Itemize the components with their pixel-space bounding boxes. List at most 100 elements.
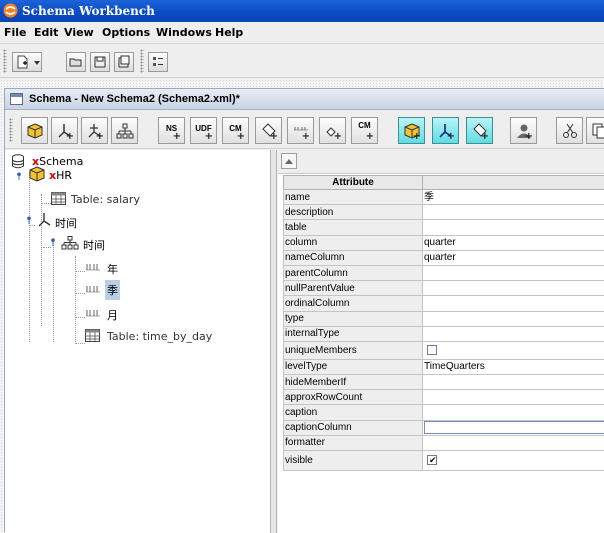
property-row[interactable]: uniqueMembers	[284, 341, 604, 359]
property-value[interactable]: TimeQuarters	[423, 359, 604, 374]
property-value[interactable]	[423, 281, 604, 296]
property-checkbox[interactable]	[427, 455, 437, 465]
property-value[interactable]: quarter	[423, 235, 604, 250]
add-dimension-button[interactable]: +	[51, 117, 78, 144]
property-row[interactable]: type	[284, 311, 604, 326]
property-row[interactable]: visible	[284, 451, 604, 471]
title-bar: Schema Workbench	[0, 0, 604, 22]
property-value[interactable]	[423, 435, 604, 450]
property-value[interactable]: 季	[423, 190, 604, 205]
add-calculated-member-button[interactable]: CM+	[222, 117, 249, 144]
property-row[interactable]: captionColumn	[284, 420, 604, 435]
menu-edit[interactable]: Edit	[34, 26, 58, 39]
property-name: approxRowCount	[284, 390, 423, 405]
property-value[interactable]	[423, 311, 604, 326]
cut-button[interactable]	[556, 117, 583, 144]
add-level-button[interactable]: +	[287, 117, 314, 144]
add-virtual-cube-button[interactable]: +	[398, 117, 425, 144]
tree-node-level-selected[interactable]: 季	[85, 280, 145, 298]
add-named-set-button[interactable]: NS+	[158, 117, 185, 144]
scroll-up-button[interactable]	[281, 153, 297, 169]
collapse-handle-icon[interactable]	[25, 216, 33, 224]
plus-icon: +	[525, 132, 533, 142]
property-row[interactable]: table	[284, 220, 604, 235]
property-name: nameColumn	[284, 250, 423, 265]
property-value[interactable]	[423, 451, 604, 471]
property-row[interactable]: formatter	[284, 435, 604, 450]
property-checkbox[interactable]	[427, 345, 437, 355]
property-row[interactable]: columnquarter	[284, 235, 604, 250]
open-button[interactable]	[66, 52, 86, 72]
property-value[interactable]	[423, 341, 604, 359]
column-header-attribute[interactable]: Attribute	[284, 176, 423, 190]
property-value[interactable]	[423, 326, 604, 341]
menu-file[interactable]: File	[4, 26, 27, 39]
copy-button[interactable]	[586, 117, 604, 144]
property-value[interactable]	[423, 265, 604, 280]
tree-node-dimension[interactable]: 时间	[37, 212, 157, 230]
plus-icon: +	[237, 132, 245, 142]
dropdown-arrow-icon	[34, 61, 40, 65]
property-row[interactable]: hideMemberIf	[284, 375, 604, 390]
add-udf-button[interactable]: UDF+	[190, 117, 217, 144]
tree-node-cube[interactable]: xHR	[29, 165, 149, 183]
property-value[interactable]	[423, 375, 604, 390]
document-title-bar[interactable]: Schema - New Schema2 (Schema2.xml)*	[5, 89, 604, 110]
tree-connector	[41, 203, 51, 204]
save-button[interactable]	[90, 52, 110, 72]
plus-icon: +	[413, 132, 421, 142]
menu-help[interactable]: Help	[215, 26, 243, 39]
property-row[interactable]: ordinalColumn	[284, 296, 604, 311]
tree-node-table-time[interactable]: Table: time_by_day	[85, 327, 245, 345]
tree-node-hierarchy[interactable]: 时间	[61, 234, 181, 252]
property-value[interactable]: quarter	[423, 250, 604, 265]
property-row[interactable]: approxRowCount	[284, 390, 604, 405]
plus-icon: +	[366, 132, 374, 142]
add-virtual-measure-button[interactable]: +	[466, 117, 493, 144]
property-row[interactable]: nameColumnquarter	[284, 250, 604, 265]
tree-node-table-salary[interactable]: Table: salary	[51, 190, 171, 208]
add-cube-button[interactable]	[21, 117, 48, 144]
tree-node-level[interactable]: 月	[85, 304, 145, 322]
add-property-button[interactable]: +	[319, 117, 346, 144]
property-value[interactable]	[423, 296, 604, 311]
preferences-button[interactable]	[148, 52, 168, 72]
add-role-button[interactable]: +	[510, 117, 537, 144]
property-row[interactable]: parentColumn	[284, 265, 604, 280]
add-dimension-usage-button[interactable]: +	[81, 117, 108, 144]
property-panel: Attribute name季descriptiontablecolumnqua…	[278, 150, 604, 533]
property-value[interactable]	[423, 420, 604, 435]
add-calculated-member-2-button[interactable]: CM+	[351, 117, 378, 144]
collapse-handle-icon[interactable]	[15, 172, 23, 180]
new-button[interactable]	[12, 52, 42, 72]
schema-tree[interactable]: xSchema xHR Table: salary 时间 时间 年	[5, 150, 271, 533]
property-row[interactable]: nullParentValue	[284, 281, 604, 296]
property-value[interactable]	[423, 220, 604, 235]
document-title: Schema - New Schema2 (Schema2.xml)*	[29, 93, 240, 105]
menu-windows[interactable]: Windows	[156, 26, 212, 39]
column-header-value[interactable]	[423, 176, 604, 190]
property-row[interactable]: name季	[284, 190, 604, 205]
add-hierarchy-button[interactable]	[111, 117, 138, 144]
split-pane-divider[interactable]	[271, 150, 277, 533]
menu-options[interactable]: Options	[102, 26, 150, 39]
property-value[interactable]	[423, 205, 604, 220]
tree-connector	[75, 256, 76, 344]
tree-connector	[29, 225, 35, 226]
collapse-handle-icon[interactable]	[49, 238, 57, 246]
property-row[interactable]: levelTypeTimeQuarters	[284, 359, 604, 374]
menu-view[interactable]: View	[64, 26, 94, 39]
add-virtual-dimension-button[interactable]: +	[432, 117, 459, 144]
property-value[interactable]	[423, 405, 604, 420]
property-row[interactable]: internalType	[284, 326, 604, 341]
property-row[interactable]: description	[284, 205, 604, 220]
toolbar-grip[interactable]	[9, 118, 13, 142]
tree-node-level[interactable]: 年	[85, 258, 145, 276]
save-as-button[interactable]	[114, 52, 134, 72]
toolbar-grip[interactable]	[3, 49, 7, 73]
property-row[interactable]: caption	[284, 405, 604, 420]
schema-document-frame: Schema - New Schema2 (Schema2.xml)* + + …	[4, 88, 604, 532]
property-value[interactable]	[423, 390, 604, 405]
add-measure-button[interactable]: +	[255, 117, 282, 144]
toolbar-grip[interactable]	[140, 49, 144, 73]
